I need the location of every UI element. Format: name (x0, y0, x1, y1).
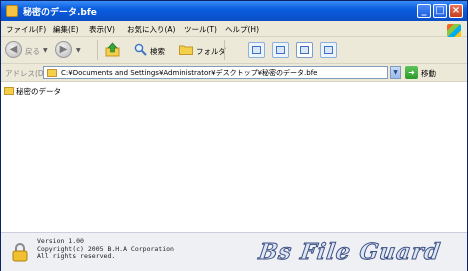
forward-dropdown-icon[interactable]: ▼ (76, 47, 81, 54)
search-icon[interactable] (134, 43, 147, 56)
address-dropdown-icon[interactable]: ▼ (390, 66, 401, 79)
menu-view[interactable]: 表示(V) (89, 24, 115, 35)
address-label: アドレス(D) (5, 69, 47, 78)
menu-file[interactable]: ファイル(F) (6, 24, 46, 35)
view-thumbnails-icon[interactable] (248, 42, 265, 58)
address-input[interactable]: C:¥Documents and Settings¥Administrator¥… (43, 66, 388, 79)
back-arrow-icon[interactable]: ◀ (5, 41, 22, 58)
toolbar-separator (97, 40, 98, 60)
folders-label[interactable]: フォルダ (196, 46, 226, 57)
view-details-icon[interactable] (320, 42, 337, 58)
forward-arrow-icon[interactable]: ▶ (55, 41, 72, 58)
back-label[interactable]: 戻る (25, 46, 40, 57)
view-tiles-icon[interactable] (272, 42, 289, 58)
close-button[interactable]: × (449, 4, 463, 18)
folders-icon[interactable] (179, 44, 193, 55)
folder-icon (47, 69, 57, 77)
windows-logo-icon (447, 24, 461, 37)
explorer-window: 秘密のデータ.bfe _ □ × ファイル(F) 編集(E) 表示(V) お気に… (0, 0, 468, 271)
menu-tools[interactable]: ツール(T) (184, 24, 217, 35)
list-item-label[interactable]: 秘密のデータ (16, 86, 61, 97)
window-title: 秘密のデータ.bfe (23, 8, 97, 18)
folder-icon (6, 5, 18, 17)
up-folder-icon[interactable] (105, 42, 120, 57)
go-label[interactable]: 移動 (421, 68, 436, 79)
file-list[interactable]: 秘密のデータ (1, 82, 467, 232)
toolbar-separator (224, 40, 225, 60)
folder-icon (4, 87, 14, 95)
view-icons-icon[interactable] (296, 42, 313, 58)
menu-help[interactable]: ヘルプ(H) (225, 24, 259, 35)
menu-favorites[interactable]: お気に入り(A) (127, 24, 175, 35)
rights-text: All rights reserved. (37, 252, 116, 260)
title-bar[interactable]: 秘密のデータ.bfe _ □ × (1, 1, 467, 21)
minimize-button[interactable]: _ (417, 4, 431, 18)
address-bar: アドレス(D) C:¥Documents and Settings¥Admini… (1, 64, 467, 82)
go-arrow-icon[interactable]: ➜ (405, 66, 418, 79)
footer-banner: Version 1.00 Copyright(c) 2005 B.H.A Cor… (1, 232, 467, 271)
version-info: Version 1.00 Copyright(c) 2005 B.H.A Cor… (37, 237, 174, 261)
lock-icon (12, 243, 28, 262)
back-dropdown-icon[interactable]: ▼ (43, 47, 48, 54)
menu-bar: ファイル(F) 編集(E) 表示(V) お気に入り(A) ツール(T) ヘルプ(… (1, 21, 467, 37)
address-path[interactable]: C:¥Documents and Settings¥Administrator¥… (61, 68, 317, 78)
maximize-button[interactable]: □ (433, 4, 447, 18)
brand-logo: Bs File Guard (257, 239, 443, 266)
toolbar: ◀ 戻る ▼ ▶ ▼ 検索 フォルダ (1, 37, 467, 64)
menu-edit[interactable]: 編集(E) (53, 24, 79, 35)
search-label[interactable]: 検索 (150, 46, 165, 57)
